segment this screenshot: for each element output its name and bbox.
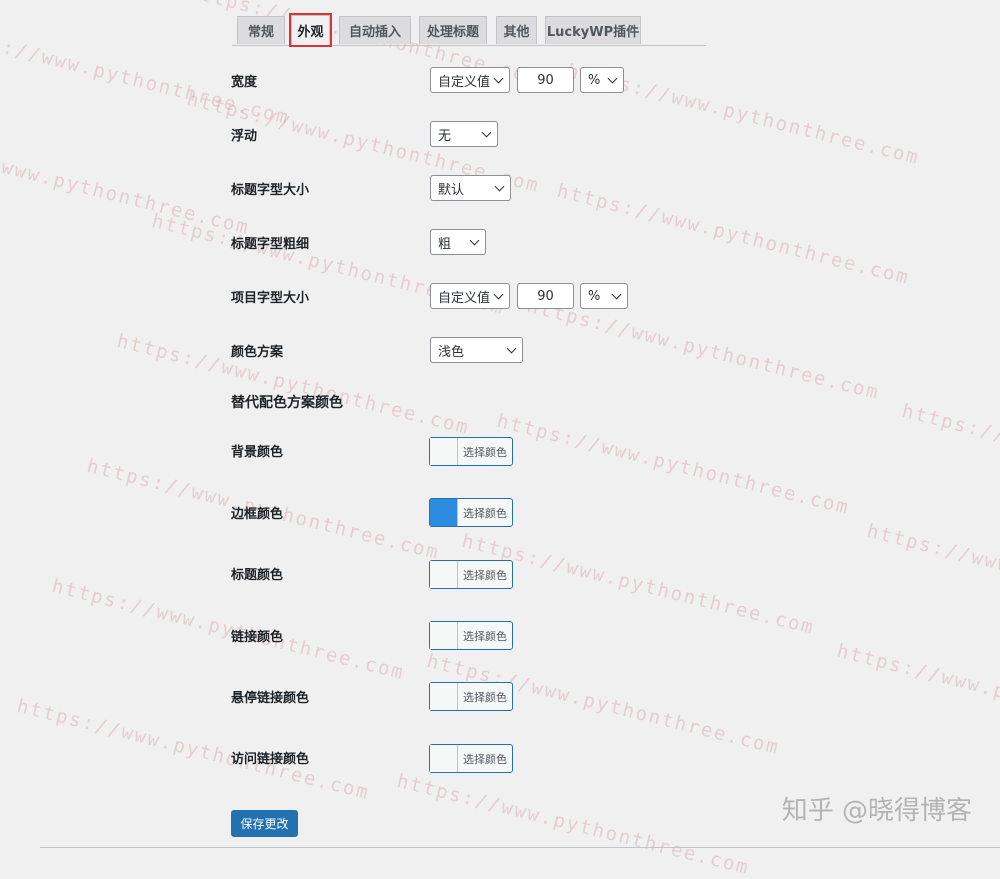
width-unit-select[interactable]: % — [580, 67, 624, 93]
visited-link-color-picker[interactable]: 选择颜色 — [429, 744, 513, 773]
save-changes-button[interactable]: 保存更改 — [231, 810, 298, 837]
hover-link-color-label: 悬停链接颜色 — [231, 691, 310, 706]
width-value-input[interactable]: 90 — [517, 67, 574, 93]
title-font-size-value: 默认 — [438, 182, 465, 198]
float-value: 无 — [438, 128, 452, 144]
chevron-down-icon — [481, 127, 492, 138]
select-color-label: 选择颜色 — [463, 506, 507, 520]
background-color-picker[interactable]: 选择颜色 — [429, 437, 513, 466]
color-swatch — [430, 745, 458, 772]
select-color-label: 选择颜色 — [463, 629, 507, 643]
color-swatch — [430, 499, 458, 526]
title-font-size-select[interactable]: 默认 — [430, 175, 511, 201]
link-color-picker[interactable]: 选择颜色 — [429, 621, 513, 650]
color-scheme-value: 浅色 — [438, 344, 465, 360]
select-color-label: 选择颜色 — [463, 568, 507, 582]
title-font-weight-label: 标题字型粗细 — [231, 237, 310, 252]
link-color-label: 链接颜色 — [231, 630, 284, 645]
width-mode-select[interactable]: 自定义值 — [430, 67, 510, 93]
item-font-size-mode-select[interactable]: 自定义值 — [430, 283, 510, 309]
alt-colors-section-title: 替代配色方案颜色 — [231, 395, 343, 411]
color-scheme-label: 颜色方案 — [231, 345, 284, 360]
item-font-size-mode-value: 自定义值 — [438, 290, 491, 306]
title-font-weight-value: 粗 — [438, 236, 452, 252]
appearance-form: 宽度 自定义值 90 % 浮动 无 标题字型大小 默认 标题字型粗细 粗 项目字… — [0, 0, 1000, 850]
width-mode-value: 自定义值 — [438, 74, 491, 90]
chevron-down-icon — [611, 289, 622, 300]
color-swatch — [430, 622, 458, 649]
item-font-size-label: 项目字型大小 — [231, 291, 310, 306]
item-font-size-unit-select[interactable]: % — [580, 283, 628, 309]
border-color-picker[interactable]: 选择颜色 — [429, 498, 513, 527]
title-font-size-label: 标题字型大小 — [231, 183, 310, 198]
width-unit-value: % — [588, 72, 601, 88]
hover-link-color-picker[interactable]: 选择颜色 — [429, 682, 513, 711]
color-scheme-select[interactable]: 浅色 — [430, 337, 523, 363]
float-select[interactable]: 无 — [430, 121, 498, 147]
title-font-weight-select[interactable]: 粗 — [430, 229, 486, 255]
brand-watermark: 知乎 @晓得博客 — [781, 796, 972, 826]
select-color-label: 选择颜色 — [463, 752, 507, 766]
select-color-label: 选择颜色 — [463, 690, 507, 704]
item-font-size-value-input[interactable]: 90 — [517, 283, 574, 309]
chevron-down-icon — [607, 73, 618, 84]
chevron-down-icon — [493, 73, 504, 84]
item-font-size-unit-value: % — [588, 288, 601, 304]
chevron-down-icon — [469, 235, 480, 246]
width-label: 宽度 — [231, 75, 258, 90]
visited-link-color-label: 访问链接颜色 — [231, 752, 310, 767]
select-color-label: 选择颜色 — [463, 445, 507, 459]
background-color-label: 背景颜色 — [231, 445, 284, 460]
color-swatch — [430, 438, 458, 465]
chevron-down-icon — [506, 343, 517, 354]
color-swatch — [430, 561, 458, 588]
chevron-down-icon — [494, 181, 505, 192]
float-label: 浮动 — [231, 129, 258, 144]
title-color-label: 标题颜色 — [231, 568, 284, 583]
title-color-picker[interactable]: 选择颜色 — [429, 560, 513, 589]
border-color-label: 边框颜色 — [231, 507, 284, 522]
chevron-down-icon — [493, 289, 504, 300]
color-swatch — [430, 683, 458, 710]
